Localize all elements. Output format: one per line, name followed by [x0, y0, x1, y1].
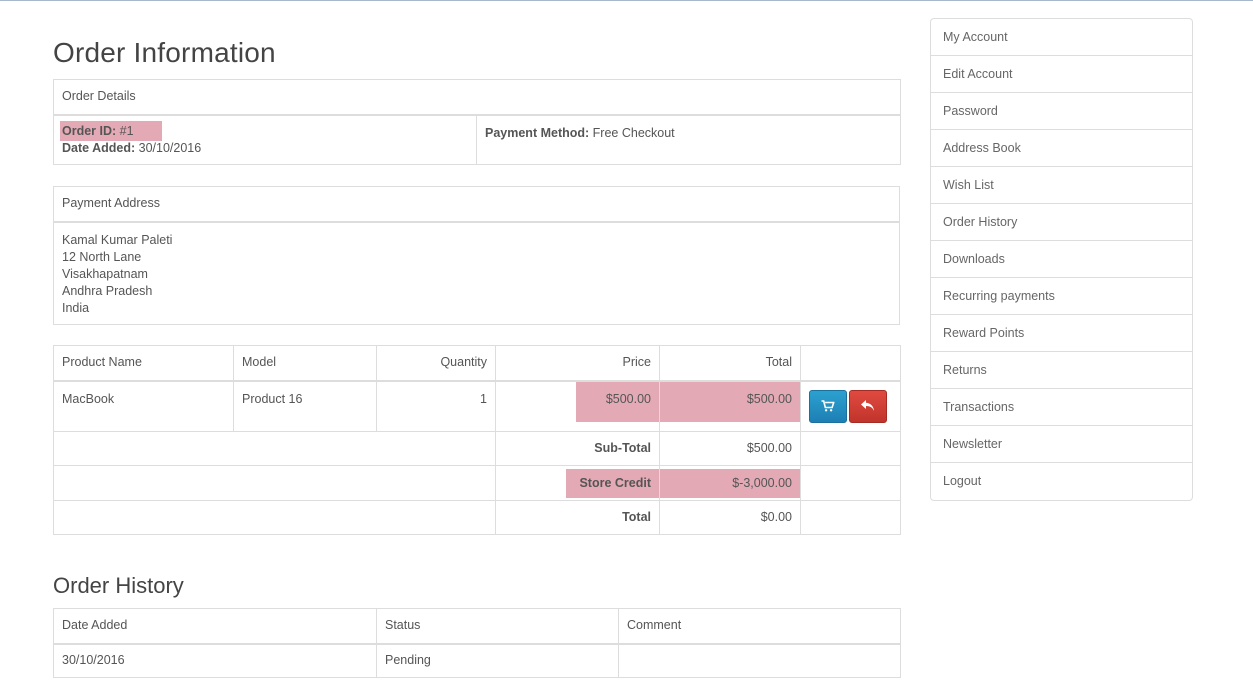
payment-method-label: Payment Method: [485, 125, 590, 140]
history-status: Pending [376, 643, 619, 678]
address-line: 12 North Lane [62, 249, 142, 264]
col-header-quantity: Quantity [376, 345, 496, 382]
page-title: Order Information [53, 37, 276, 68]
sidebar-item-newsletter[interactable]: Newsletter [931, 426, 1192, 463]
sidebar-item-wish-list[interactable]: Wish List [931, 167, 1192, 204]
order-details-table: Order Details Order ID: #1 Date Added: 3… [52, 79, 902, 165]
sidebar-item-edit-account[interactable]: Edit Account [931, 56, 1192, 93]
payment-address-header: Payment Address [53, 186, 900, 223]
totals-row: Total $0.00 [53, 500, 901, 535]
product-total-cell: $500.00 [659, 380, 801, 432]
col-header-status: Status [376, 608, 619, 645]
product-price-cell: $500.00 [495, 380, 660, 432]
order-history-table: Date Added Status Comment 30/10/2016 Pen… [53, 608, 901, 678]
totals-spacer [53, 431, 496, 466]
totals-empty [800, 465, 901, 501]
shopping-cart-icon [821, 400, 835, 412]
table-row: MacBook Product 16 1 $500.00 $500.00 [53, 380, 901, 432]
order-id-highlight: Order ID: #1 [60, 120, 162, 141]
totals-empty [800, 500, 901, 535]
totals-row: Store Credit $-3,000.00 [53, 465, 901, 501]
totals-spacer [53, 465, 496, 501]
store-credit-value: $-3,000.00 [660, 468, 800, 498]
col-header-comment: Comment [618, 608, 901, 645]
sidebar-item-reward-points[interactable]: Reward Points [931, 315, 1192, 352]
col-header-price: Price [495, 345, 660, 382]
order-history-title: Order History [53, 573, 184, 598]
products-table: Product Name Model Quantity Price Total … [53, 345, 901, 535]
payment-method-cell: Payment Method: Free Checkout [475, 114, 902, 165]
product-actions [800, 380, 901, 432]
product-price: $500.00 [576, 381, 659, 422]
store-credit-label: Store Credit [566, 468, 659, 498]
total-label: Total [495, 500, 660, 535]
address-line: Kamal Kumar Paleti [62, 232, 173, 247]
totals-spacer [53, 500, 496, 535]
history-date: 30/10/2016 [53, 643, 377, 678]
reply-icon [861, 400, 874, 412]
product-quantity: 1 [376, 380, 496, 432]
col-header-total: Total [659, 345, 801, 382]
order-id-value: #1 [119, 123, 134, 138]
payment-method-value: Free Checkout [592, 125, 675, 140]
address-line: Visakhapatnam [62, 266, 148, 281]
order-info-cell: Order ID: #1 Date Added: 30/10/2016 [53, 114, 477, 165]
col-header-date-added: Date Added [53, 608, 377, 645]
product-total: $500.00 [660, 381, 800, 422]
date-added-label: Date Added: [62, 140, 136, 155]
account-sidebar: My Account Edit Account Password Address… [930, 18, 1193, 501]
total-value: $0.00 [659, 500, 801, 535]
payment-address-table: Payment Address Kamal Kumar Paleti 12 No… [53, 186, 900, 325]
order-details-header: Order Details [52, 79, 902, 116]
sidebar-item-my-account[interactable]: My Account [931, 19, 1192, 56]
table-row: 30/10/2016 Pending [53, 643, 901, 678]
reorder-button[interactable] [809, 389, 847, 423]
totals-row: Sub-Total $500.00 [53, 431, 901, 466]
sidebar-item-password[interactable]: Password [931, 93, 1192, 130]
sidebar-item-order-history[interactable]: Order History [931, 204, 1192, 241]
totals-empty [800, 431, 901, 466]
subtotal-value: $500.00 [659, 431, 801, 466]
return-button[interactable] [849, 389, 887, 423]
payment-address-cell: Kamal Kumar Paleti 12 North Lane Visakha… [53, 221, 900, 325]
product-model: Product 16 [233, 380, 377, 432]
sidebar-item-recurring-payments[interactable]: Recurring payments [931, 278, 1192, 315]
address-line: India [62, 300, 90, 315]
address-line: Andhra Pradesh [62, 283, 153, 298]
sidebar-item-downloads[interactable]: Downloads [931, 241, 1192, 278]
col-header-product-name: Product Name [53, 345, 234, 382]
sidebar-item-logout[interactable]: Logout [931, 463, 1192, 500]
sidebar-item-returns[interactable]: Returns [931, 352, 1192, 389]
store-credit-value-cell: $-3,000.00 [659, 465, 801, 501]
product-name: MacBook [53, 380, 234, 432]
store-credit-label-cell: Store Credit [495, 465, 660, 501]
sidebar-item-address-book[interactable]: Address Book [931, 130, 1192, 167]
col-header-model: Model [233, 345, 377, 382]
col-header-actions [800, 345, 901, 382]
history-comment [618, 643, 901, 678]
order-id-label: Order ID: [62, 123, 117, 138]
subtotal-label: Sub-Total [495, 431, 660, 466]
sidebar-item-transactions[interactable]: Transactions [931, 389, 1192, 426]
date-added-value: 30/10/2016 [138, 140, 202, 155]
